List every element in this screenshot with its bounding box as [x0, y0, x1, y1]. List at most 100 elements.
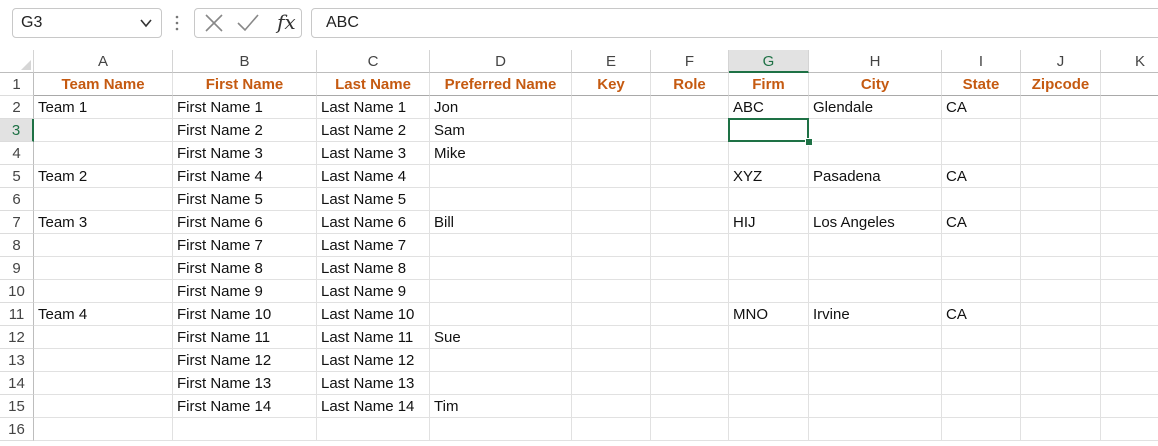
cell-i15[interactable] — [942, 395, 1021, 418]
cell-b4[interactable]: First Name 3 — [173, 142, 317, 165]
row-header-13[interactable]: 13 — [0, 349, 34, 372]
cell-c5[interactable]: Last Name 4 — [317, 165, 430, 188]
cell-d6[interactable] — [430, 188, 572, 211]
cell-g10[interactable] — [729, 280, 809, 303]
cell-a2[interactable]: Team 1 — [34, 96, 173, 119]
cell-h7[interactable]: Los Angeles — [809, 211, 942, 234]
cell-e6[interactable] — [572, 188, 651, 211]
cell-c4[interactable]: Last Name 3 — [317, 142, 430, 165]
chevron-down-icon[interactable] — [139, 16, 153, 30]
cell-d9[interactable] — [430, 257, 572, 280]
cell-k1[interactable] — [1101, 73, 1158, 96]
cell-k2[interactable] — [1101, 96, 1158, 119]
row-header-4[interactable]: 4 — [0, 142, 34, 165]
cell-c8[interactable]: Last Name 7 — [317, 234, 430, 257]
cell-f3[interactable] — [651, 119, 729, 142]
cell-i11[interactable]: CA — [942, 303, 1021, 326]
cell-a8[interactable] — [34, 234, 173, 257]
cell-j2[interactable] — [1021, 96, 1101, 119]
cell-f11[interactable] — [651, 303, 729, 326]
cell-e16[interactable] — [572, 418, 651, 441]
cell-f8[interactable] — [651, 234, 729, 257]
cell-g14[interactable] — [729, 372, 809, 395]
cell-d10[interactable] — [430, 280, 572, 303]
cell-g11[interactable]: MNO — [729, 303, 809, 326]
cell-h15[interactable] — [809, 395, 942, 418]
cell-h10[interactable] — [809, 280, 942, 303]
cell-d2[interactable]: Jon — [430, 96, 572, 119]
cell-d13[interactable] — [430, 349, 572, 372]
cell-i12[interactable] — [942, 326, 1021, 349]
cell-a1[interactable]: Team Name — [34, 73, 173, 96]
cell-g4[interactable] — [729, 142, 809, 165]
cell-j13[interactable] — [1021, 349, 1101, 372]
row-header-11[interactable]: 11 — [0, 303, 34, 326]
cell-h9[interactable] — [809, 257, 942, 280]
cell-e8[interactable] — [572, 234, 651, 257]
cell-j12[interactable] — [1021, 326, 1101, 349]
cell-b15[interactable]: First Name 14 — [173, 395, 317, 418]
cell-h6[interactable] — [809, 188, 942, 211]
x-icon[interactable] — [203, 9, 225, 37]
cell-k8[interactable] — [1101, 234, 1158, 257]
cell-k14[interactable] — [1101, 372, 1158, 395]
cell-j4[interactable] — [1021, 142, 1101, 165]
row-header-8[interactable]: 8 — [0, 234, 34, 257]
cell-d4[interactable]: Mike — [430, 142, 572, 165]
row-header-5[interactable]: 5 — [0, 165, 34, 188]
cell-e15[interactable] — [572, 395, 651, 418]
cell-i9[interactable] — [942, 257, 1021, 280]
column-header-g[interactable]: G — [729, 50, 809, 73]
row-header-16[interactable]: 16 — [0, 418, 34, 441]
cell-h11[interactable]: Irvine — [809, 303, 942, 326]
insert-function-button[interactable]: fx — [277, 10, 296, 34]
cell-b13[interactable]: First Name 12 — [173, 349, 317, 372]
cell-d16[interactable] — [430, 418, 572, 441]
cell-g7[interactable]: HIJ — [729, 211, 809, 234]
cell-i13[interactable] — [942, 349, 1021, 372]
cell-f13[interactable] — [651, 349, 729, 372]
cell-b1[interactable]: First Name — [173, 73, 317, 96]
cell-k15[interactable] — [1101, 395, 1158, 418]
cell-c16[interactable] — [317, 418, 430, 441]
cell-h5[interactable]: Pasadena — [809, 165, 942, 188]
column-header-e[interactable]: E — [572, 50, 651, 73]
cell-g12[interactable] — [729, 326, 809, 349]
cell-f6[interactable] — [651, 188, 729, 211]
name-box[interactable]: G3 — [12, 8, 162, 38]
column-header-f[interactable]: F — [651, 50, 729, 73]
cell-k13[interactable] — [1101, 349, 1158, 372]
cell-i10[interactable] — [942, 280, 1021, 303]
column-header-k[interactable]: K — [1101, 50, 1158, 73]
cell-d7[interactable]: Bill — [430, 211, 572, 234]
cell-e5[interactable] — [572, 165, 651, 188]
cell-e7[interactable] — [572, 211, 651, 234]
cell-f4[interactable] — [651, 142, 729, 165]
cell-j15[interactable] — [1021, 395, 1101, 418]
column-header-i[interactable]: I — [942, 50, 1021, 73]
cell-j11[interactable] — [1021, 303, 1101, 326]
cell-k16[interactable] — [1101, 418, 1158, 441]
cell-b9[interactable]: First Name 8 — [173, 257, 317, 280]
cell-e2[interactable] — [572, 96, 651, 119]
cell-b11[interactable]: First Name 10 — [173, 303, 317, 326]
cell-c1[interactable]: Last Name — [317, 73, 430, 96]
cell-h12[interactable] — [809, 326, 942, 349]
cell-e12[interactable] — [572, 326, 651, 349]
cell-b6[interactable]: First Name 5 — [173, 188, 317, 211]
cell-i5[interactable]: CA — [942, 165, 1021, 188]
cell-e9[interactable] — [572, 257, 651, 280]
cell-e4[interactable] — [572, 142, 651, 165]
cell-c9[interactable]: Last Name 8 — [317, 257, 430, 280]
cell-j7[interactable] — [1021, 211, 1101, 234]
row-header-14[interactable]: 14 — [0, 372, 34, 395]
cell-f16[interactable] — [651, 418, 729, 441]
cell-g5[interactable]: XYZ — [729, 165, 809, 188]
cell-g8[interactable] — [729, 234, 809, 257]
cell-c14[interactable]: Last Name 13 — [317, 372, 430, 395]
row-header-6[interactable]: 6 — [0, 188, 34, 211]
cell-c7[interactable]: Last Name 6 — [317, 211, 430, 234]
cell-e14[interactable] — [572, 372, 651, 395]
cell-b10[interactable]: First Name 9 — [173, 280, 317, 303]
cell-b7[interactable]: First Name 6 — [173, 211, 317, 234]
